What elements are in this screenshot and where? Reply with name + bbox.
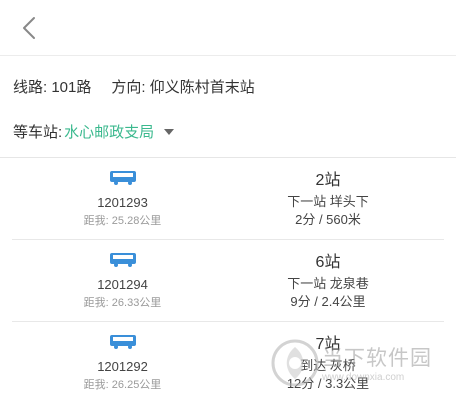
bus-distance: 距我: 25.28公里 [83,215,162,227]
bus-arrival: 7站 到达 灰桥 12分 / 3.3公里 [248,334,408,393]
top-bar [0,0,456,56]
next-stop: 到达 灰桥 [300,358,356,373]
bus-info: 1201292 距我: 26.25公里 [40,334,205,392]
direction-label: 方向: 仰义陈村首末站 [111,79,255,96]
eta: 12分 / 3.3公里 [286,376,370,391]
next-stop: 下一站 龙泉巷 [287,276,369,291]
stops-away: 7站 [315,336,341,353]
station-dropdown[interactable]: 水心邮政支局 [64,121,154,142]
bus-id: 1201292 [97,359,148,374]
bus-arrival: 2站 下一站 垟头下 2分 / 560米 [248,170,408,229]
bus-list: 1201293 距我: 25.28公里 2站 下一站 垟头下 2分 / 560米… [0,158,456,404]
caret-down-icon[interactable] [164,129,175,135]
next-stop: 下一站 垟头下 [287,194,369,209]
eta: 2分 / 560米 [295,212,361,227]
bus-item[interactable]: 1201292 距我: 26.25公里 7站 到达 灰桥 12分 / 3.3公里 [0,322,456,404]
line-label: 线路: 101路 [13,79,92,96]
bus-item[interactable]: 1201293 距我: 25.28公里 2站 下一站 垟头下 2分 / 560米 [0,158,456,240]
bus-id: 1201294 [97,277,148,292]
chevron-left-icon [23,17,35,39]
stops-away: 2站 [315,172,341,189]
bus-item[interactable]: 1201294 距我: 26.33公里 6站 下一站 龙泉巷 9分 / 2.4公… [0,240,456,322]
bus-distance: 距我: 26.25公里 [83,379,162,391]
eta: 9分 / 2.4公里 [290,294,366,309]
bus-icon [109,335,136,349]
bus-icon [109,253,136,267]
bus-info: 1201293 距我: 25.28公里 [40,170,205,228]
bus-info: 1201294 距我: 26.33公里 [40,252,205,310]
bus-icon [109,171,136,185]
bus-id: 1201293 [97,195,148,210]
bus-distance: 距我: 26.33公里 [83,297,162,309]
back-button[interactable] [14,12,46,44]
bus-arrival: 6站 下一站 龙泉巷 9分 / 2.4公里 [248,252,408,311]
route-info: 线路: 101路 方向: 仰义陈村首末站 [13,76,255,97]
station-label: 等车站: [13,124,63,141]
station-selector: 等车站: 水心邮政支局 [13,121,175,142]
stops-away: 6站 [315,254,341,271]
